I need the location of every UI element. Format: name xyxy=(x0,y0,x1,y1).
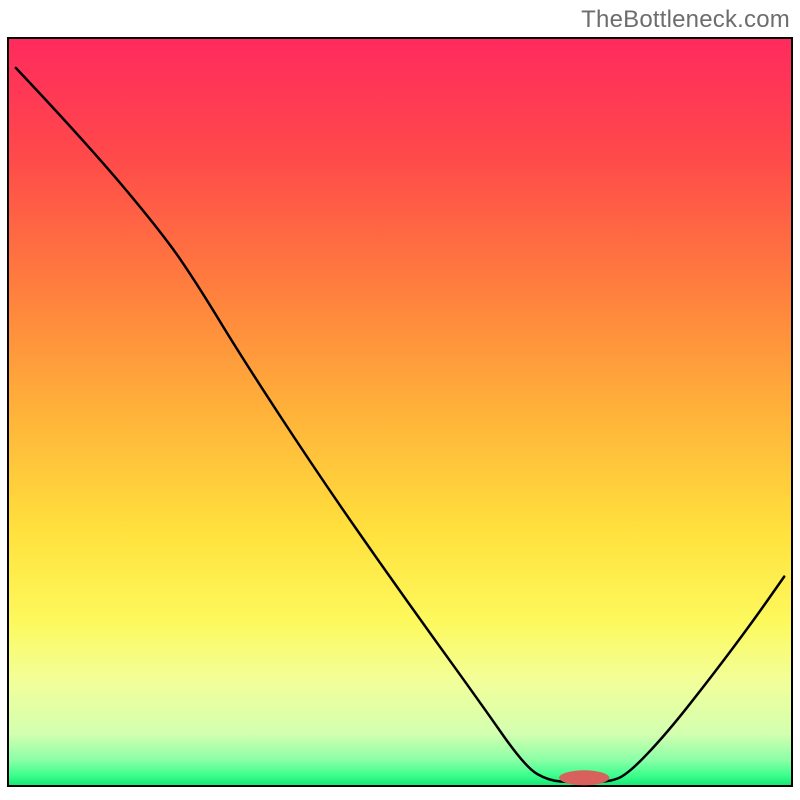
chart-background xyxy=(8,38,792,786)
watermark-text: TheBottleneck.com xyxy=(581,6,790,34)
bottleneck-chart xyxy=(0,0,800,800)
chart-container: TheBottleneck.com xyxy=(0,0,800,800)
optimal-point-marker xyxy=(559,770,609,785)
